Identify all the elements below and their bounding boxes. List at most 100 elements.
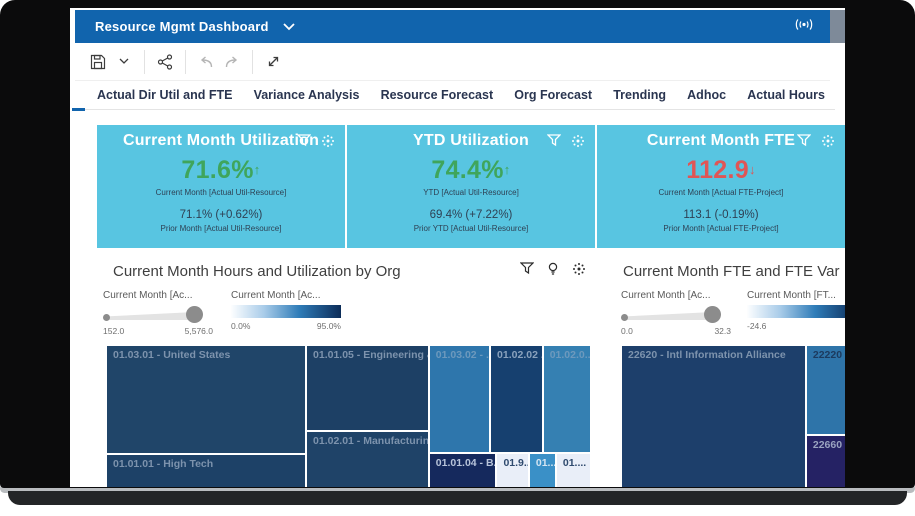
treemap-hours-by-org: 01.03.01 - United States 01.01.01 - High…	[107, 346, 590, 487]
chevron-down-icon[interactable]	[283, 23, 295, 31]
tab-scroll-indicator	[72, 108, 85, 111]
kpi-secondary-value: 113.1 (-0.19%)	[683, 209, 758, 221]
treemap-cell[interactable]: 01....	[557, 454, 590, 487]
tab-bar: Actual Dir Util and FTE Variance Analysi…	[75, 81, 835, 110]
kpi-secondary-value: 69.4% (+7.22%)	[430, 209, 513, 221]
trend-down-icon: ↓	[749, 162, 756, 177]
size-legend-min: 152.0	[103, 326, 124, 336]
treemap-cell[interactable]: 01.01.01 - High Tech	[107, 455, 305, 487]
chart-title: Current Month FTE and FTE Var by T	[623, 263, 841, 280]
treemap-cell[interactable]: 01.03.01 - United States	[107, 346, 305, 453]
app-title-bar: Resource Mgmt Dashboard	[75, 10, 830, 43]
app-window: Resource Mgmt Dashboard	[70, 8, 845, 487]
color-legend-gradient	[231, 305, 341, 318]
kpi-value: 71.6%↑	[181, 156, 260, 185]
tab-actual-hours[interactable]: Actual Hours	[747, 88, 825, 102]
color-legend-label: Current Month [Ac...	[231, 290, 343, 301]
toolbar-divider	[252, 50, 253, 74]
kpi-card-current-month-utilization[interactable]: Current Month Utilization 71.6%↑	[97, 125, 345, 248]
size-legend-scale	[103, 305, 203, 323]
trend-up-icon: ↑	[504, 162, 511, 177]
share-button[interactable]	[152, 49, 178, 75]
tab-variance-analysis[interactable]: Variance Analysis	[254, 88, 360, 102]
chart-fte-and-fte-var: Current Month FTE and FTE Var by T Curre…	[615, 258, 845, 487]
tab-org-forecast[interactable]: Org Forecast	[514, 88, 592, 102]
expand-button[interactable]	[260, 49, 286, 75]
laptop-mockup: Resource Mgmt Dashboard	[0, 0, 915, 516]
filter-icon[interactable]	[520, 262, 534, 280]
filter-icon[interactable]	[297, 134, 311, 153]
toolbar	[75, 43, 830, 81]
treemap-cell[interactable]: 01.02.02 ...	[491, 346, 542, 452]
size-legend-max: 5,576.0	[185, 326, 213, 336]
treemap-cell[interactable]: 01.9...	[497, 454, 527, 487]
color-legend-gradient	[747, 305, 845, 318]
treemap-cell[interactable]: 01....	[530, 454, 555, 487]
charts-row: Current Month Hours and Utilization by O…	[97, 258, 845, 487]
redo-button[interactable]	[219, 49, 245, 75]
broadcast-icon[interactable]	[794, 18, 814, 36]
kpi-secondary-value: 71.1% (+0.62%)	[180, 209, 263, 221]
toolbar-divider	[185, 50, 186, 74]
color-legend-min: -24.6	[747, 321, 766, 331]
tab-resource-forecast[interactable]: Resource Forecast	[381, 88, 494, 102]
legend-row: Current Month [Ac... 152.0 5,576.0 Curre…	[103, 290, 590, 338]
size-legend-label: Current Month [Ac...	[103, 290, 215, 301]
kpi-secondary-label: Prior Month [Actual FTE-Project]	[663, 224, 778, 233]
undo-button[interactable]	[193, 49, 219, 75]
toolbar-divider	[144, 50, 145, 74]
treemap-cell[interactable]: 01.02.0...	[544, 346, 590, 452]
tab-adhoc[interactable]: Adhoc	[687, 88, 726, 102]
kpi-value: 74.4%↑	[431, 156, 510, 185]
chart-hours-utilization-by-org: Current Month Hours and Utilization by O…	[97, 258, 590, 487]
color-legend: Current Month [Ac... 0.0% 95.0%	[231, 290, 343, 338]
treemap-cell[interactable]: 01.02.01 - Manufacturing	[307, 432, 428, 487]
laptop-screen-bezel: Resource Mgmt Dashboard	[0, 0, 915, 488]
treemap-cell[interactable]: 01.03.02 - ...	[430, 346, 489, 452]
kpi-secondary-label: Prior YTD [Actual Util-Resource]	[414, 224, 529, 233]
chart-title: Current Month Hours and Utilization by O…	[113, 263, 401, 280]
exploration-menu-icon[interactable]	[572, 262, 586, 281]
filter-icon[interactable]	[547, 134, 561, 153]
exploration-menu-icon[interactable]	[821, 134, 835, 153]
color-legend-label: Current Month [FT...	[747, 290, 845, 301]
exploration-menu-icon[interactable]	[321, 134, 335, 153]
kpi-card-current-month-fte[interactable]: Current Month FTE 112.9↓	[597, 125, 845, 248]
size-legend: Current Month [Ac... 0.0 32.3	[621, 290, 731, 338]
treemap-cell[interactable]: 22220 -	[807, 346, 845, 434]
filter-icon[interactable]	[797, 134, 811, 153]
size-legend: Current Month [Ac... 152.0 5,576.0	[103, 290, 215, 338]
treemap-cell[interactable]: 01.01.05 - Engineering & P...	[307, 346, 428, 430]
color-legend-min: 0.0%	[231, 321, 250, 331]
legend-row: Current Month [Ac... 0.0 32.3 Current Mo…	[621, 290, 845, 338]
size-legend-label: Current Month [Ac...	[621, 290, 731, 301]
insights-lightbulb-icon[interactable]	[547, 262, 559, 281]
treemap-cell[interactable]: 22660 -	[807, 436, 845, 487]
save-menu-chevron-icon[interactable]	[111, 49, 137, 75]
size-legend-scale	[621, 305, 721, 323]
treemap-fte-var: 22620 - Intl Information Alliance 22220 …	[622, 346, 845, 487]
tab-actual-dir-util-and-fte[interactable]: Actual Dir Util and FTE	[97, 88, 232, 102]
color-legend-max: 95.0%	[317, 321, 341, 331]
kpi-primary-label: YTD [Actual Util-Resource]	[423, 188, 519, 197]
vertical-scrollbar-thumb[interactable]	[830, 10, 845, 43]
treemap-cell[interactable]: 01.01.04 - B...	[430, 454, 496, 487]
laptop-base	[8, 491, 907, 505]
kpi-primary-label: Current Month [Actual Util-Resource]	[156, 188, 287, 197]
kpi-primary-label: Current Month [Actual FTE-Project]	[659, 188, 784, 197]
color-legend: Current Month [FT... -24.6 8.6	[747, 290, 845, 338]
kpi-title: Current Month Utilization	[123, 132, 319, 150]
treemap-cell[interactable]: 22620 - Intl Information Alliance	[622, 346, 805, 487]
kpi-value: 112.9↓	[686, 156, 756, 185]
size-legend-min: 0.0	[621, 326, 633, 336]
exploration-menu-icon[interactable]	[571, 134, 585, 153]
kpi-secondary-label: Prior Month [Actual Util-Resource]	[161, 224, 282, 233]
kpi-title: YTD Utilization	[413, 132, 529, 150]
kpi-card-ytd-utilization[interactable]: YTD Utilization 74.4%↑	[347, 125, 595, 248]
tab-trending[interactable]: Trending	[613, 88, 666, 102]
kpi-row: Current Month Utilization 71.6%↑	[97, 125, 845, 248]
save-button[interactable]	[85, 49, 111, 75]
kpi-title: Current Month FTE	[647, 132, 795, 150]
app-title[interactable]: Resource Mgmt Dashboard	[95, 19, 269, 34]
trend-up-icon: ↑	[254, 162, 261, 177]
